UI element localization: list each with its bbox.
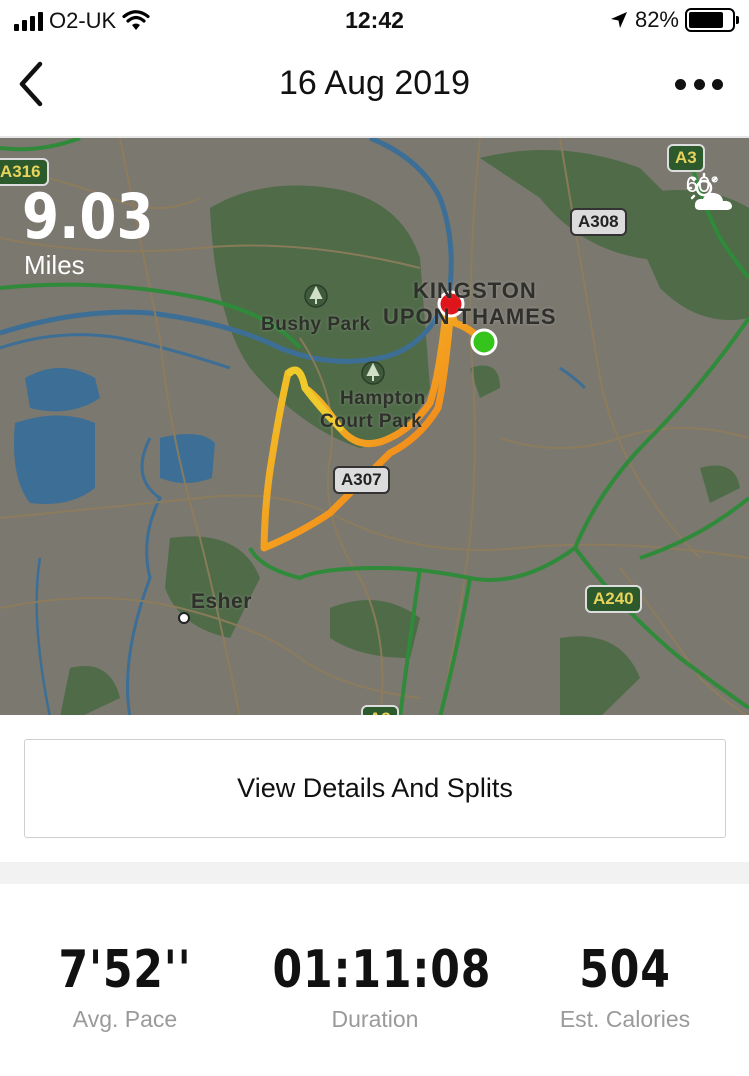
view-details-button[interactable]: View Details And Splits — [24, 739, 726, 838]
distance-unit: Miles — [24, 250, 85, 280]
more-options-button[interactable] — [675, 72, 723, 96]
map-label-court-park: Court Park — [320, 411, 423, 432]
view-details-label: View Details And Splits — [237, 773, 513, 803]
stat-label: Est. Calories — [559, 1006, 691, 1032]
section-divider — [0, 862, 749, 884]
road-shield-a240: A240 — [585, 585, 642, 613]
stat-value: 7'52'' — [58, 940, 192, 1000]
river — [126, 437, 162, 715]
minor-road — [0, 494, 749, 559]
status-right: 82% — [609, 7, 739, 33]
map-label-bushy-park: Bushy Park — [261, 314, 371, 335]
road-shield-a3: A3 — [667, 144, 705, 172]
ellipsis-icon-dot — [693, 78, 705, 90]
minor-road — [499, 427, 749, 449]
road-shield-a308: A308 — [570, 208, 627, 236]
map-label-hampton: Hampton — [340, 388, 426, 409]
page-title: 16 Aug 2019 — [279, 64, 470, 102]
ellipsis-icon-dot — [712, 78, 723, 90]
park-icon — [361, 361, 385, 385]
battery-fill — [689, 12, 724, 28]
partly-cloudy-icon — [686, 172, 732, 210]
esher-marker — [178, 612, 190, 624]
stat-value: 504 — [579, 940, 671, 1000]
battery-icon — [685, 8, 739, 32]
river — [35, 557, 51, 715]
park-area — [60, 666, 120, 715]
stat-label: Duration — [331, 1006, 419, 1032]
park-area — [560, 636, 640, 715]
stat-label: Avg. Pace — [72, 1006, 178, 1032]
major-road — [0, 138, 81, 152]
stat-calories: 504 Est. Calories — [500, 940, 749, 1033]
river — [559, 366, 587, 390]
map-label-kingston: KINGSTON — [413, 278, 537, 303]
nav-bar: 16 Aug 2019 — [0, 42, 749, 128]
route-map[interactable]: KINGSTON UPON THAMES Bushy Park Hampton … — [0, 136, 749, 715]
reservoir — [160, 434, 215, 483]
start-marker — [470, 328, 498, 356]
map-label-esher: Esher — [191, 590, 252, 613]
park-area — [700, 465, 740, 503]
battery-percent: 82% — [634, 7, 679, 32]
stat-avg-pace: 7'52'' Avg. Pace — [0, 940, 250, 1033]
ellipsis-icon-dot — [675, 78, 686, 90]
reservoir — [14, 415, 95, 504]
map-label-upon-thames: UPON THAMES — [383, 304, 557, 329]
road-shield-a307: A307 — [333, 466, 390, 494]
stat-duration: 01:11:08 Duration — [250, 940, 500, 1033]
status-bar: O2-UK 12:42 82% — [0, 0, 749, 42]
weather-widget: 60° — [686, 172, 732, 210]
reservoir — [25, 368, 100, 412]
battery-cap — [736, 16, 739, 24]
distance-value: 9.03 — [22, 180, 154, 253]
location-arrow-icon — [610, 12, 627, 28]
river — [0, 333, 231, 370]
park-icon — [304, 284, 328, 308]
major-road — [438, 577, 472, 715]
park-area — [330, 600, 420, 658]
stat-value: 01:11:08 — [272, 940, 492, 1000]
road-shield-a3-bottom: A3 — [361, 705, 399, 715]
